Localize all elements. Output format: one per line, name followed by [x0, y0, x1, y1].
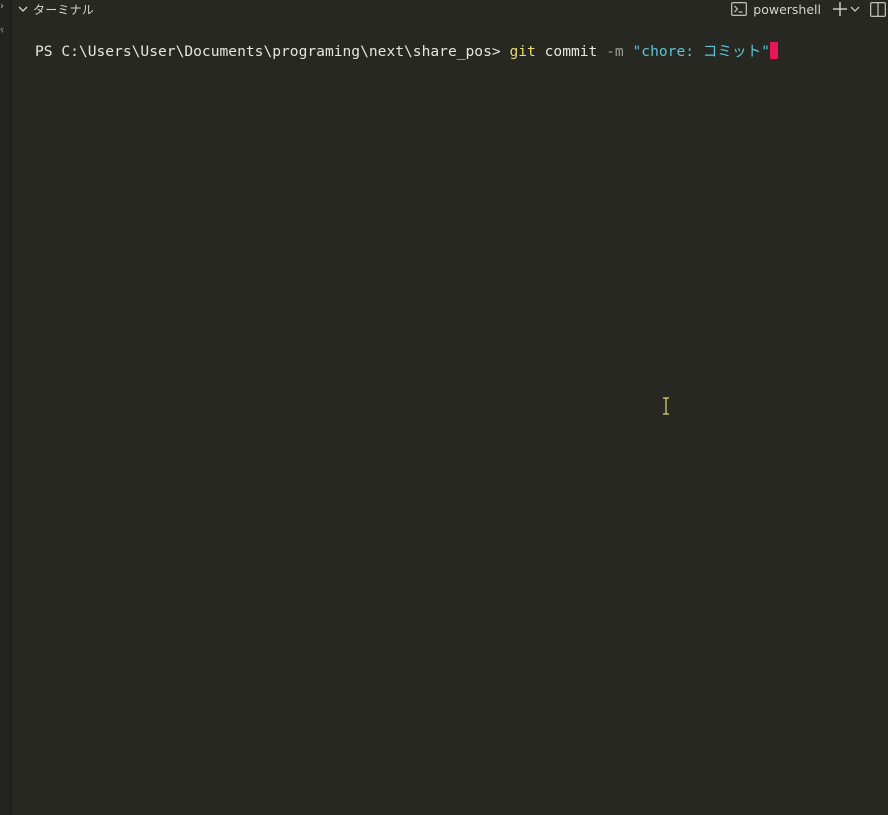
terminal-output[interactable]: PS C:\Users\User\Documents\programing\ne… — [35, 41, 778, 63]
chevron-down-icon[interactable] — [850, 4, 860, 14]
plus-icon[interactable] — [832, 1, 848, 17]
text-cursor-icon — [663, 397, 669, 415]
command-string: "chore: コミット" — [632, 43, 770, 60]
text-cursor — [769, 42, 778, 59]
command-name: git — [509, 43, 536, 60]
command-argument: commit — [544, 43, 598, 60]
panel-actions: powershell — [731, 0, 888, 18]
gutter-chevron-icon: › — [0, 1, 4, 12]
panel-title: ターミナル — [33, 2, 95, 17]
left-gutter: › ˤ — [0, 0, 12, 815]
panel-title-group[interactable]: ターミナル — [17, 0, 94, 18]
shell-selector[interactable]: powershell — [753, 2, 821, 17]
terminal-icon — [731, 2, 748, 16]
terminal-prompt: PS C:\Users\User\Documents\programing\ne… — [35, 43, 510, 60]
split-icon[interactable] — [870, 1, 886, 17]
terminal-panel: › ˤ ターミナル powershell PS C:\Users\User\Do… — [0, 0, 888, 815]
gutter-link-icon: ˤ — [0, 26, 5, 39]
command-flag: -m — [606, 43, 624, 60]
panel-header: ターミナル powershell — [12, 0, 888, 22]
chevron-down-icon[interactable] — [17, 3, 29, 15]
